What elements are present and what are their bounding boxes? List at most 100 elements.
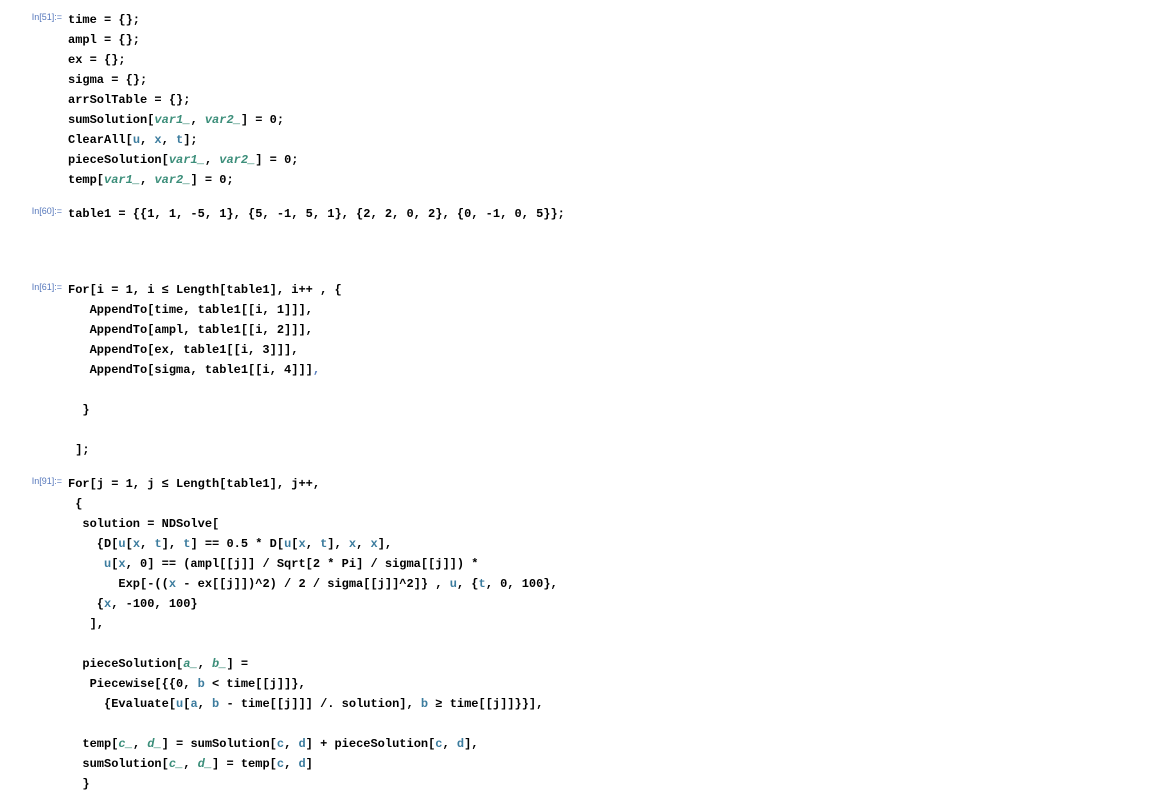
token-blue: t	[154, 537, 161, 551]
code-line: pieceSolution[var1_, var2_] = 0;	[68, 150, 1152, 170]
token-patt: var1_	[169, 153, 205, 167]
token-sym: ,	[140, 173, 154, 187]
token-sym: ],	[464, 737, 478, 751]
code-line: sigma = {};	[68, 70, 1152, 90]
code-line: u[x, 0] == (ampl[[j]] / Sqrt[2 * Pi] / s…	[68, 554, 1152, 574]
token-patt: var1_	[104, 173, 140, 187]
token-sym: sigma = {};	[68, 73, 147, 87]
code-line: }	[68, 774, 1152, 794]
token-sym	[68, 557, 104, 571]
token-blue: u	[118, 537, 125, 551]
code-line: For[i = 1, i ≤ Length[table1], i++ , {	[68, 280, 1152, 300]
code-line: ex = {};	[68, 50, 1152, 70]
token-sym: Piecewise[{{0,	[68, 677, 198, 691]
token-blue: u	[133, 133, 140, 147]
token-blue: x	[371, 537, 378, 551]
token-sym: AppendTo[time, table1[[i, 1]]],	[68, 303, 313, 317]
token-blue: t	[479, 577, 486, 591]
token-sym: {D[	[68, 537, 118, 551]
token-sym: sumSolution[	[68, 757, 169, 771]
token-patt: d_	[198, 757, 212, 771]
token-sym: ],	[162, 537, 184, 551]
token-sym: ] = 0;	[255, 153, 298, 167]
code-line	[68, 380, 1152, 400]
code-line: }	[68, 400, 1152, 420]
code-line: AppendTo[ampl, table1[[i, 2]]],	[68, 320, 1152, 340]
code-content[interactable]: For[j = 1, j ≤ Length[table1], j++, { so…	[68, 474, 1152, 794]
code-line: AppendTo[sigma, table1[[i, 4]]],	[68, 360, 1152, 380]
token-sym: ] = 0;	[190, 173, 233, 187]
token-patt: d_	[147, 737, 161, 751]
token-sym: Exp[-((	[68, 577, 169, 591]
code-line: ClearAll[u, x, t];	[68, 130, 1152, 150]
token-sym: temp[	[68, 173, 104, 187]
token-sym: , 0] == (ampl[[j]] / Sqrt[2 * Pi] / sigm…	[126, 557, 479, 571]
token-sym: solution = NDSolve[	[68, 517, 219, 531]
code-line	[68, 420, 1152, 440]
code-line	[68, 634, 1152, 654]
code-line: sumSolution[var1_, var2_] = 0;	[68, 110, 1152, 130]
token-sym: ,	[284, 737, 298, 751]
token-sym: {	[68, 597, 104, 611]
token-sym: AppendTo[sigma, table1[[i, 4]]]	[68, 363, 313, 377]
code-line: {D[u[x, t], t] == 0.5 * D[u[x, t], x, x]…	[68, 534, 1152, 554]
token-sym: ,	[140, 537, 154, 551]
input-cell[interactable]: In[91]:=For[j = 1, j ≤ Length[table1], j…	[0, 474, 1152, 794]
code-line: sumSolution[c_, d_] = temp[c, d]	[68, 754, 1152, 774]
token-sym: For[i = 1, i ≤ Length[table1], i++ , {	[68, 283, 342, 297]
code-line: temp[c_, d_] = sumSolution[c, d] + piece…	[68, 734, 1152, 754]
code-line: temp[var1_, var2_] = 0;	[68, 170, 1152, 190]
input-cell[interactable]: In[51]:=time = {}; ampl = {}; ex = {}; sigm…	[0, 10, 1152, 190]
token-sym: ,	[198, 657, 212, 671]
code-line: AppendTo[time, table1[[i, 1]]],	[68, 300, 1152, 320]
token-patt: c_	[169, 757, 183, 771]
token-sym: ampl = {};	[68, 33, 140, 47]
token-sym: ],	[327, 537, 349, 551]
token-sym: AppendTo[ex, table1[[i, 3]]],	[68, 343, 298, 357]
token-sym: ≥ time[[j]]}}],	[428, 697, 543, 711]
token-sym: ] = temp[	[212, 757, 277, 771]
code-content[interactable]: time = {};ampl = {};ex = {};sigma = {};a…	[68, 10, 1152, 190]
token-sym: ],	[378, 537, 392, 551]
code-line: ],	[68, 614, 1152, 634]
token-sym: ,	[205, 153, 219, 167]
token-sym: ,	[162, 133, 176, 147]
token-sym: ,	[183, 757, 197, 771]
token-blue: d	[298, 757, 305, 771]
code-line: For[j = 1, j ≤ Length[table1], j++,	[68, 474, 1152, 494]
code-line: Piecewise[{{0, b < time[[j]]},	[68, 674, 1152, 694]
token-sym: ,	[356, 537, 370, 551]
token-sym: , -100, 100}	[111, 597, 197, 611]
token-blue: b	[421, 697, 428, 711]
input-cell[interactable]: In[61]:=For[i = 1, i ≤ Length[table1], i…	[0, 280, 1152, 460]
token-blue: a	[190, 697, 197, 711]
cell-label: In[91]:=	[0, 474, 68, 486]
token-sym: time = {};	[68, 13, 140, 27]
code-line: solution = NDSolve[	[68, 514, 1152, 534]
token-patt: b_	[212, 657, 226, 671]
code-line: Exp[-((x - ex[[j]])^2) / 2 / sigma[[j]]^…	[68, 574, 1152, 594]
token-sym: ,	[190, 113, 204, 127]
code-line: time = {};	[68, 10, 1152, 30]
token-sym: ] + pieceSolution[	[306, 737, 436, 751]
token-sym: ] = sumSolution[	[162, 737, 277, 751]
token-sym: pieceSolution[	[68, 153, 169, 167]
token-sym: ,	[133, 737, 147, 751]
token-sym: table1 = {{1, 1, -5, 1}, {5, -1, 5, 1}, …	[68, 207, 565, 221]
token-sym: ] == 0.5 * D[	[190, 537, 284, 551]
code-content[interactable]: table1 = {{1, 1, -5, 1}, {5, -1, 5, 1}, …	[68, 204, 1152, 224]
token-sym: }	[68, 403, 90, 417]
token-sym: , {	[457, 577, 479, 591]
cell-label: In[51]:=	[0, 10, 68, 22]
input-cell[interactable]: In[60]:=table1 = {{1, 1, -5, 1}, {5, -1,…	[0, 204, 1152, 224]
code-line	[68, 714, 1152, 734]
token-blue: u	[450, 577, 457, 591]
code-content[interactable]: For[i = 1, i ≤ Length[table1], i++ , { A…	[68, 280, 1152, 460]
token-blue: b	[198, 677, 205, 691]
cell-label: In[60]:=	[0, 204, 68, 216]
token-sym: }	[68, 777, 90, 791]
token-sym: ];	[183, 133, 197, 147]
token-sym: sumSolution[	[68, 113, 154, 127]
token-sym: ],	[68, 617, 104, 631]
code-line: table1 = {{1, 1, -5, 1}, {5, -1, 5, 1}, …	[68, 204, 1152, 224]
